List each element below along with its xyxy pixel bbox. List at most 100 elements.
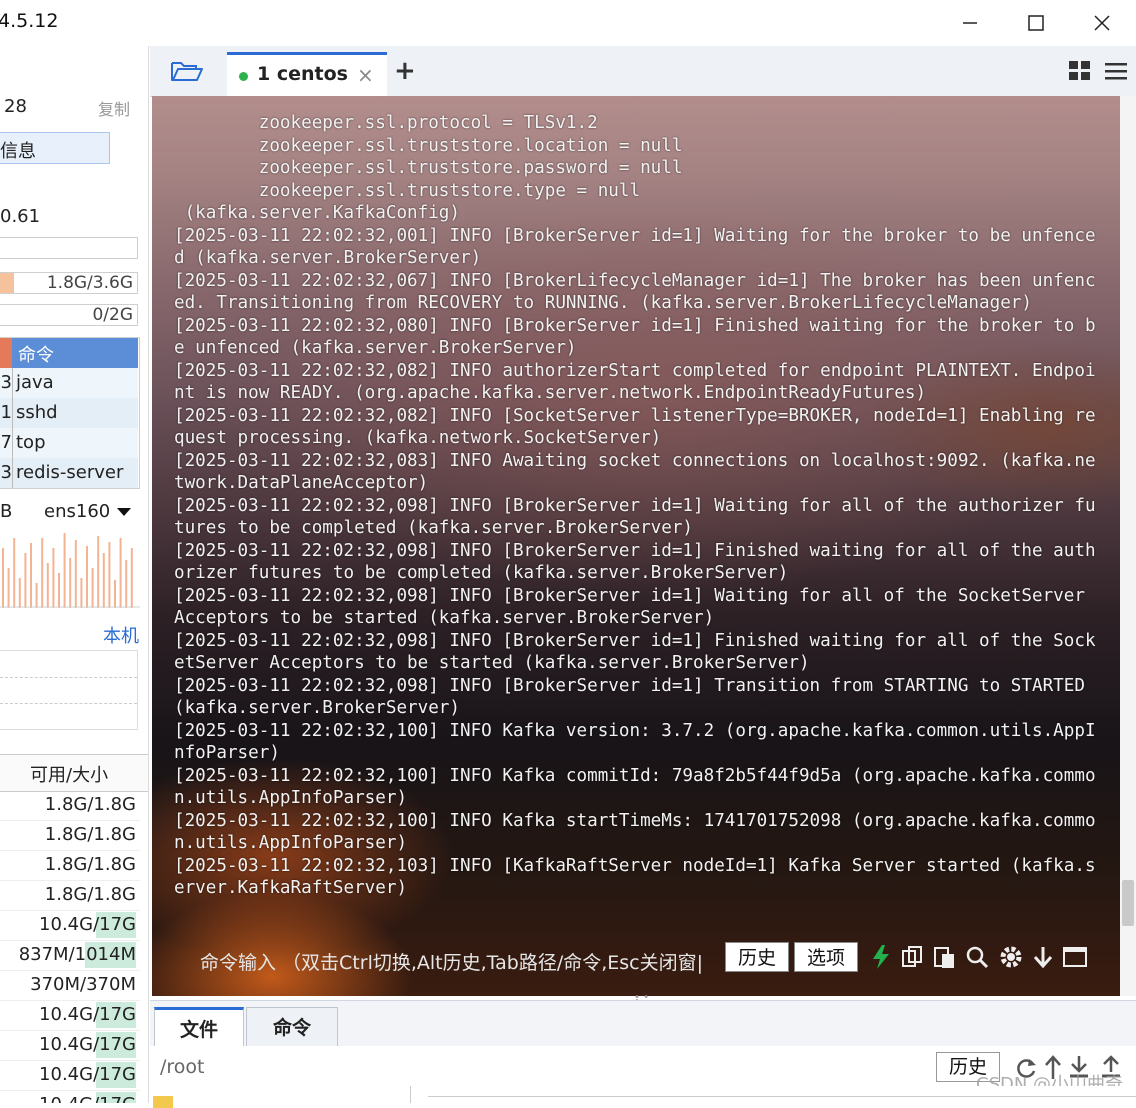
info-button-label: 信息: [0, 141, 36, 162]
network-interface-select[interactable]: ens160: [44, 499, 138, 525]
process-name: java: [16, 372, 54, 393]
minimize-icon: [963, 22, 977, 24]
search-icon[interactable]: [964, 944, 990, 970]
disk-header-available[interactable]: 可用/大小: [30, 761, 108, 787]
network-bar: [52, 548, 55, 608]
splitter-handle[interactable]: ⋮: [146, 771, 148, 796]
memory-bar: 1.8G/3.6G: [0, 272, 138, 294]
disk-row[interactable]: 1.8G/1.8G: [0, 880, 140, 911]
connection-status-dot: [239, 72, 248, 81]
close-icon: [1094, 15, 1110, 31]
process-row[interactable]: 3 redis-server: [0, 458, 138, 488]
memory-text: 1.8G/3.6G: [46, 273, 133, 293]
swap-text: 0/2G: [92, 305, 133, 325]
file-list: [150, 1086, 1136, 1108]
path-input[interactable]: /root: [160, 1056, 205, 1078]
terminal-scroll-thumb[interactable]: [1122, 880, 1134, 926]
memory-fill: [0, 273, 14, 293]
ip-address: 0.61: [0, 206, 41, 227]
window-icon[interactable]: [1062, 944, 1088, 970]
disk-list: 1.8G/1.8G 1.8G/1.8G 1.8G/1.8G 1.8G/1.8G 10.4…: [0, 790, 140, 1103]
bottom-tab-bar: 文件 命令: [150, 1000, 1136, 1047]
process-name: sshd: [16, 402, 58, 423]
paste-icon[interactable]: [932, 944, 958, 970]
disk-row[interactable]: 10.4G/17G: [0, 910, 140, 941]
open-folder-button[interactable]: [170, 58, 206, 86]
lightning-icon[interactable]: [868, 944, 894, 970]
disk-row[interactable]: 10.4G/17G: [0, 1000, 140, 1031]
network-bar: [69, 558, 72, 608]
folder-icon: [153, 1096, 173, 1108]
gear-icon[interactable]: [998, 944, 1024, 970]
disk-size: 1.8G/1.8G: [44, 794, 136, 815]
network-bar: [86, 546, 88, 608]
history-button[interactable]: 历史: [725, 942, 789, 972]
disk-row[interactable]: 837M/1014M: [0, 940, 140, 971]
disk-row[interactable]: 1.8G/1.8G: [0, 790, 140, 821]
session-tab-bar: 1 centos × +: [150, 46, 1136, 97]
network-unit: B: [0, 501, 13, 522]
network-bar: [35, 583, 38, 608]
tab-centos[interactable]: 1 centos ×: [227, 52, 387, 96]
network-bar: [7, 568, 10, 608]
disk-size: 1.8G/1.8G: [44, 824, 136, 845]
tab-files[interactable]: 文件: [154, 1007, 244, 1047]
path-bar: /root 历史 CSDN @小山曲奇: [150, 1046, 1136, 1095]
local-label[interactable]: 本机: [103, 622, 139, 648]
menu-button[interactable]: [1104, 60, 1128, 82]
info-button[interactable]: 信息: [0, 132, 110, 164]
network-bar: [41, 538, 44, 608]
disk-row[interactable]: 1.8G/1.8G: [0, 850, 140, 881]
copy-icon[interactable]: [900, 944, 926, 970]
process-row[interactable]: 7 top: [0, 428, 138, 458]
disk-row[interactable]: 10.4G/17G: [0, 1030, 140, 1061]
hamburger-menu-icon: [1105, 63, 1127, 80]
arrow-down-icon[interactable]: [1030, 944, 1056, 970]
disk-row[interactable]: 10.4G/17G: [0, 1090, 140, 1103]
network-bar: [2, 548, 4, 608]
network-bar: [97, 536, 100, 608]
tab-commands[interactable]: 命令: [246, 1007, 338, 1047]
process-table-header: 命令: [0, 338, 138, 368]
add-tab-button[interactable]: +: [394, 56, 416, 86]
grid-view-button[interactable]: [1068, 60, 1092, 82]
terminal-scrollbar[interactable]: [1120, 96, 1136, 996]
close-window-button[interactable]: [1080, 6, 1124, 40]
maximize-button[interactable]: [1014, 6, 1058, 40]
network-interface-value: ens160: [44, 501, 111, 522]
disk-size: 10.4G/17G: [39, 1034, 136, 1055]
network-traffic-chart: [0, 533, 140, 608]
chevron-down-icon: [117, 508, 131, 516]
process-count: 3: [0, 368, 13, 398]
process-row[interactable]: 3 java: [0, 368, 138, 398]
process-sort-marker: [0, 338, 12, 368]
minimize-button[interactable]: [948, 6, 992, 40]
session-id: 28: [4, 96, 27, 117]
process-name: redis-server: [16, 462, 124, 483]
disk-row[interactable]: 10.4G/17G: [0, 1060, 140, 1091]
terminal-view[interactable]: zookeeper.ssl.protocol = TLSv1.2 zookeep…: [152, 96, 1120, 996]
process-count: 3: [0, 458, 13, 488]
disk-row[interactable]: 370M/370M: [0, 970, 140, 1001]
title-bar: 4.5.12: [0, 0, 1136, 47]
disk-size: 370M/370M: [30, 974, 136, 995]
network-bar: [114, 580, 116, 608]
disk-table-header: 可用/大小: [0, 754, 148, 792]
disk-size: 10.4G/17G: [39, 1064, 136, 1085]
process-header-command[interactable]: 命令: [18, 341, 54, 367]
close-tab-icon[interactable]: ×: [357, 63, 374, 87]
tab-label: 1 centos: [257, 63, 348, 85]
copy-link[interactable]: 复制: [98, 96, 130, 120]
process-table: 命令 3 java 1 sshd 7 top 3 redis-server: [0, 337, 140, 489]
folder-open-icon: [171, 62, 203, 81]
network-bar: [91, 568, 94, 608]
command-input[interactable]: 命令输入 （双击Ctrl切换,Alt历史,Tab路径/命令,Esc关闭窗|: [200, 948, 703, 975]
process-row[interactable]: 1 sshd: [0, 398, 138, 428]
network-bar: [74, 540, 77, 608]
disk-row[interactable]: 1.8G/1.8G: [0, 820, 140, 851]
network-bar: [13, 538, 16, 608]
command-input-bar: 命令输入 （双击Ctrl切换,Alt历史,Tab路径/命令,Esc关闭窗| 历史…: [152, 938, 1120, 980]
directory-tree: [150, 1086, 411, 1108]
options-button[interactable]: 选项: [794, 942, 858, 972]
network-bar: [102, 553, 105, 608]
